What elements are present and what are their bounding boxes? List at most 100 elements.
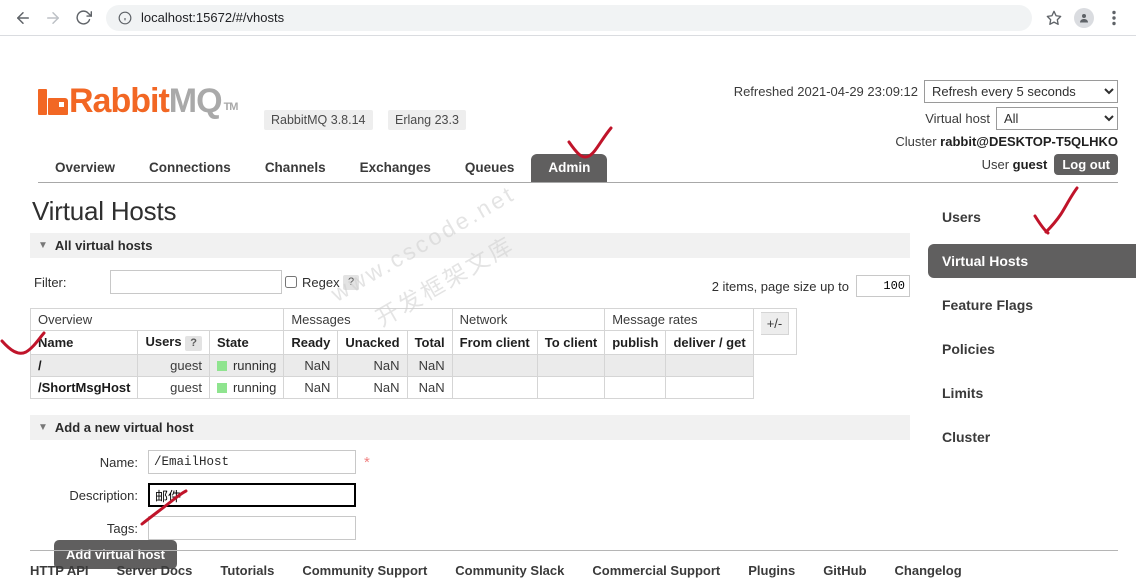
- cluster-info: Cluster rabbit@DESKTOP-T5QLHKO: [734, 134, 1118, 149]
- users-help-icon[interactable]: ?: [185, 336, 202, 351]
- column-unacked[interactable]: Unacked: [338, 331, 407, 355]
- filter-label: Filter:: [34, 275, 67, 290]
- collapse-triangle-icon: ▼: [38, 240, 48, 251]
- table-column-header-row: Name Users ? State Ready Unacked Total F…: [31, 331, 797, 355]
- table-row[interactable]: /ShortMsgHost guest running NaN NaN NaN: [31, 377, 797, 399]
- star-icon[interactable]: [1040, 4, 1068, 32]
- sidebar-item-policies[interactable]: Policies: [928, 332, 1136, 366]
- three-dot-menu-icon[interactable]: [1100, 4, 1128, 32]
- page-title: Virtual Hosts: [32, 196, 910, 227]
- column-name[interactable]: Name: [31, 331, 138, 355]
- cell-unacked: NaN: [338, 377, 407, 399]
- logo-text-tm: TM: [224, 101, 238, 113]
- footer-links: HTTP API Server Docs Tutorials Community…: [30, 550, 1118, 578]
- cell-to-client: [537, 377, 604, 399]
- column-users[interactable]: Users ?: [138, 331, 210, 355]
- sidebar-item-users[interactable]: Users: [928, 200, 1136, 234]
- cell-state: running: [209, 377, 283, 399]
- name-field-row: Name: *: [30, 450, 910, 477]
- add-vhost-section: ▼ Add a new virtual host Name: * Descrip…: [30, 415, 910, 570]
- tab-channels[interactable]: Channels: [248, 154, 343, 182]
- status-indicator-icon: [217, 383, 227, 393]
- footer-link-http-api[interactable]: HTTP API: [30, 563, 89, 578]
- group-header-message-rates: Message rates: [605, 309, 753, 331]
- logo-text-mq: MQ: [169, 82, 222, 120]
- footer-link-server-docs[interactable]: Server Docs: [117, 563, 193, 578]
- column-users-label: Users: [145, 334, 181, 349]
- cell-name[interactable]: /: [31, 355, 138, 377]
- rabbitmq-logo-mark-icon: [38, 89, 68, 115]
- info-circle-icon: [118, 11, 132, 25]
- regex-checkbox[interactable]: [285, 276, 297, 288]
- description-input[interactable]: [148, 483, 356, 507]
- footer-link-community-support[interactable]: Community Support: [302, 563, 427, 578]
- tab-queues[interactable]: Queues: [448, 154, 532, 182]
- table-row[interactable]: / guest running NaN NaN NaN: [31, 355, 797, 377]
- rabbitmq-page: RabbitMQTM RabbitMQ 3.8.14 Erlang 23.3 R…: [0, 36, 1136, 584]
- refresh-interval-select[interactable]: Refresh every 5 seconds: [924, 80, 1118, 103]
- cluster-label: Cluster: [895, 134, 936, 149]
- footer-link-plugins[interactable]: Plugins: [748, 563, 795, 578]
- filter-input[interactable]: [110, 270, 282, 294]
- footer-link-changelog[interactable]: Changelog: [895, 563, 962, 578]
- refresh-row: Refreshed 2021-04-29 23:09:12 Refresh ev…: [734, 80, 1118, 103]
- group-header-overview: Overview: [31, 309, 284, 331]
- footer-link-commercial-support[interactable]: Commercial Support: [592, 563, 720, 578]
- required-asterisk: *: [364, 454, 370, 471]
- address-bar[interactable]: localhost:15672/#/vhosts: [106, 5, 1032, 31]
- footer-link-github[interactable]: GitHub: [823, 563, 866, 578]
- column-deliver-get[interactable]: deliver / get: [666, 331, 753, 355]
- sidebar-item-limits[interactable]: Limits: [928, 376, 1136, 410]
- browser-chrome: localhost:15672/#/vhosts: [0, 0, 1136, 36]
- tab-admin[interactable]: Admin: [531, 154, 607, 182]
- cell-users: guest: [138, 377, 210, 399]
- columns-toggle-button[interactable]: +/-: [761, 312, 790, 335]
- footer-link-tutorials[interactable]: Tutorials: [220, 563, 274, 578]
- page-size-input[interactable]: [856, 275, 910, 297]
- column-publish[interactable]: publish: [605, 331, 666, 355]
- erlang-version-badge: Erlang 23.3: [388, 110, 466, 130]
- cell-name[interactable]: /ShortMsgHost: [31, 377, 138, 399]
- cell-deliver-get: [666, 377, 753, 399]
- refreshed-timestamp: Refreshed 2021-04-29 23:09:12: [734, 84, 918, 99]
- address-bar-url: localhost:15672/#/vhosts: [141, 10, 284, 25]
- vhost-filter-label: Virtual host: [925, 111, 990, 126]
- reload-icon[interactable]: [68, 3, 98, 33]
- add-vhost-section-header[interactable]: ▼ Add a new virtual host: [30, 415, 910, 440]
- paging-controls: 2 items, page size up to: [712, 275, 910, 297]
- cell-from-client: [452, 355, 537, 377]
- back-arrow-icon[interactable]: [8, 3, 38, 33]
- virtual-hosts-table: Overview Messages Network Message rates …: [30, 308, 797, 399]
- cell-state-label: running: [233, 358, 276, 373]
- all-vhosts-section-label: All virtual hosts: [55, 238, 153, 253]
- paging-text: 2 items, page size up to: [712, 279, 849, 294]
- main-tab-bar: Overview Connections Channels Exchanges …: [38, 153, 1118, 183]
- vhost-filter-select[interactable]: All: [996, 107, 1118, 130]
- column-total[interactable]: Total: [407, 331, 452, 355]
- regex-help-icon[interactable]: ?: [343, 275, 359, 290]
- sidebar-item-virtual-hosts[interactable]: Virtual Hosts: [928, 244, 1136, 278]
- column-to-client[interactable]: To client: [537, 331, 604, 355]
- chrome-toolbar-icons: [1040, 4, 1128, 32]
- cell-ready: NaN: [284, 377, 338, 399]
- column-state[interactable]: State: [209, 331, 283, 355]
- sidebar-item-cluster[interactable]: Cluster: [928, 420, 1136, 454]
- column-from-client[interactable]: From client: [452, 331, 537, 355]
- group-header-messages: Messages: [284, 309, 452, 331]
- tags-input[interactable]: [148, 516, 356, 540]
- rabbitmq-logo[interactable]: RabbitMQTM: [38, 84, 237, 118]
- tab-connections[interactable]: Connections: [132, 154, 248, 182]
- all-vhosts-section-header[interactable]: ▼ All virtual hosts: [30, 233, 910, 258]
- cell-unacked: NaN: [338, 355, 407, 377]
- sidebar-item-feature-flags[interactable]: Feature Flags: [928, 288, 1136, 322]
- main-content: Virtual Hosts ▼ All virtual hosts Filter…: [30, 196, 910, 570]
- collapse-triangle-icon: ▼: [38, 422, 48, 433]
- column-ready[interactable]: Ready: [284, 331, 338, 355]
- forward-arrow-icon[interactable]: [38, 3, 68, 33]
- tab-exchanges[interactable]: Exchanges: [343, 154, 448, 182]
- tab-overview[interactable]: Overview: [38, 154, 132, 182]
- profile-avatar-icon[interactable]: [1070, 4, 1098, 32]
- name-input[interactable]: [148, 450, 356, 474]
- footer-link-community-slack[interactable]: Community Slack: [455, 563, 564, 578]
- tags-field-row: Tags:: [30, 516, 910, 543]
